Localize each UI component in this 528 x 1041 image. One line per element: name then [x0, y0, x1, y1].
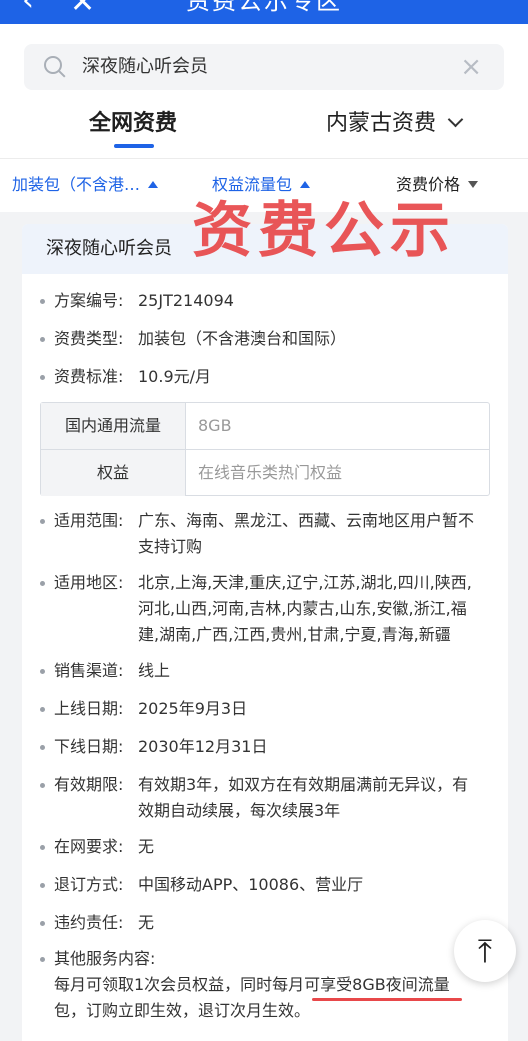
triangle-down-icon	[468, 181, 479, 188]
triangle-up-icon	[148, 181, 159, 188]
bullet-icon	[40, 921, 45, 926]
chevron-down-icon	[447, 111, 464, 128]
card-title: 深夜随心听会员	[46, 238, 172, 259]
tab-inner-mongolia-tariffs[interactable]: 内蒙古资费	[326, 102, 464, 146]
tab-label: 内蒙古资费	[326, 111, 437, 136]
search-value: 深夜随心听会员	[82, 56, 208, 77]
detail-label: 上线日期:	[54, 699, 124, 718]
detail-value: 线上	[138, 661, 171, 680]
search-input[interactable]: 深夜随心听会员 ×	[24, 44, 504, 90]
detail-label: 有效期限:	[54, 775, 124, 794]
detail-value: 2030年12月31日	[138, 737, 268, 756]
bullet-icon	[40, 519, 45, 524]
divider	[0, 158, 528, 159]
bullet-icon	[40, 845, 45, 850]
detail-value: 有效期3年，如双方在有效期届满前无异议，有效期自动续展，每次续展3年	[138, 775, 469, 820]
bullet-icon	[40, 957, 45, 962]
detail-label: 下线日期:	[54, 737, 124, 756]
filter-label: 资费价格	[396, 175, 461, 194]
detail-label: 资费标准:	[54, 367, 124, 386]
filter-addon-package[interactable]: 加装包（不含港…	[12, 168, 159, 202]
bullet-icon	[40, 581, 45, 586]
detail-value: 无	[138, 913, 155, 932]
spec-label: 权益	[41, 450, 185, 496]
detail-value: 广东、海南、黑龙江、西藏、云南地区用户暂不支持订购	[138, 511, 475, 556]
detail-value: 加装包（不含港澳台和国际）	[138, 329, 347, 348]
detail-value: 中国移动APP、10086、营业厅	[138, 875, 364, 894]
active-tab-indicator	[114, 144, 154, 148]
header-panel: 深夜随心听会员 × 全网资费 内蒙古资费 加装包（不含港… 权益流量包 资费价格	[0, 24, 528, 212]
detail-label: 销售渠道:	[54, 661, 124, 680]
bullet-icon	[40, 375, 45, 380]
bullet-icon	[40, 669, 45, 674]
search-icon	[44, 56, 62, 74]
detail-label: 退订方式:	[54, 875, 124, 894]
detail-label: 违约责任:	[54, 913, 124, 932]
detail-value: 25JT214094	[138, 291, 234, 310]
tariff-disclosure-stamp: 资费公示	[192, 196, 456, 266]
bullet-icon	[40, 337, 45, 342]
spec-table: 国内通用流量 8GB 权益 在线音乐类热门权益	[40, 402, 490, 496]
detail-value: 无	[138, 837, 155, 856]
triangle-up-icon	[300, 181, 311, 188]
detail-value: 北京,上海,天津,重庆,辽宁,江苏,湖北,四川,陕西,河北,山西,河南,吉林,内…	[138, 573, 472, 644]
bullet-icon	[40, 883, 45, 888]
clear-icon[interactable]: ×	[460, 52, 482, 82]
detail-label: 适用地区:	[54, 573, 124, 592]
detail-label: 在网要求:	[54, 837, 124, 856]
filter-label: 加装包（不含港…	[12, 175, 141, 194]
bullet-icon	[40, 745, 45, 750]
bullet-icon	[40, 299, 45, 304]
table-divider	[185, 403, 186, 495]
filter-label: 权益流量包	[212, 175, 293, 194]
page-title: 资费公示专区	[186, 0, 342, 15]
detail-label: 适用范围:	[54, 511, 124, 530]
bullet-icon	[40, 707, 45, 712]
tab-nationwide-tariffs[interactable]: 全网资费	[89, 102, 177, 146]
detail-label: 资费类型:	[54, 329, 124, 348]
top-nav-bar: ‹ ✕ 资费公示专区	[0, 0, 528, 24]
detail-label: 其他服务内容:	[54, 949, 156, 968]
back-to-top-button[interactable]: ⤒	[454, 920, 516, 982]
table-divider	[41, 449, 489, 450]
spec-value: 在线音乐类热门权益	[198, 463, 343, 482]
highlight-underline	[312, 998, 462, 1001]
detail-label: 方案编号:	[54, 291, 124, 310]
bullet-icon	[40, 783, 45, 788]
spec-label: 国内通用流量	[41, 403, 185, 449]
detail-value: 2025年9月3日	[138, 699, 248, 718]
detail-value: 10.9元/月	[138, 367, 212, 386]
spec-value: 8GB	[198, 416, 232, 435]
